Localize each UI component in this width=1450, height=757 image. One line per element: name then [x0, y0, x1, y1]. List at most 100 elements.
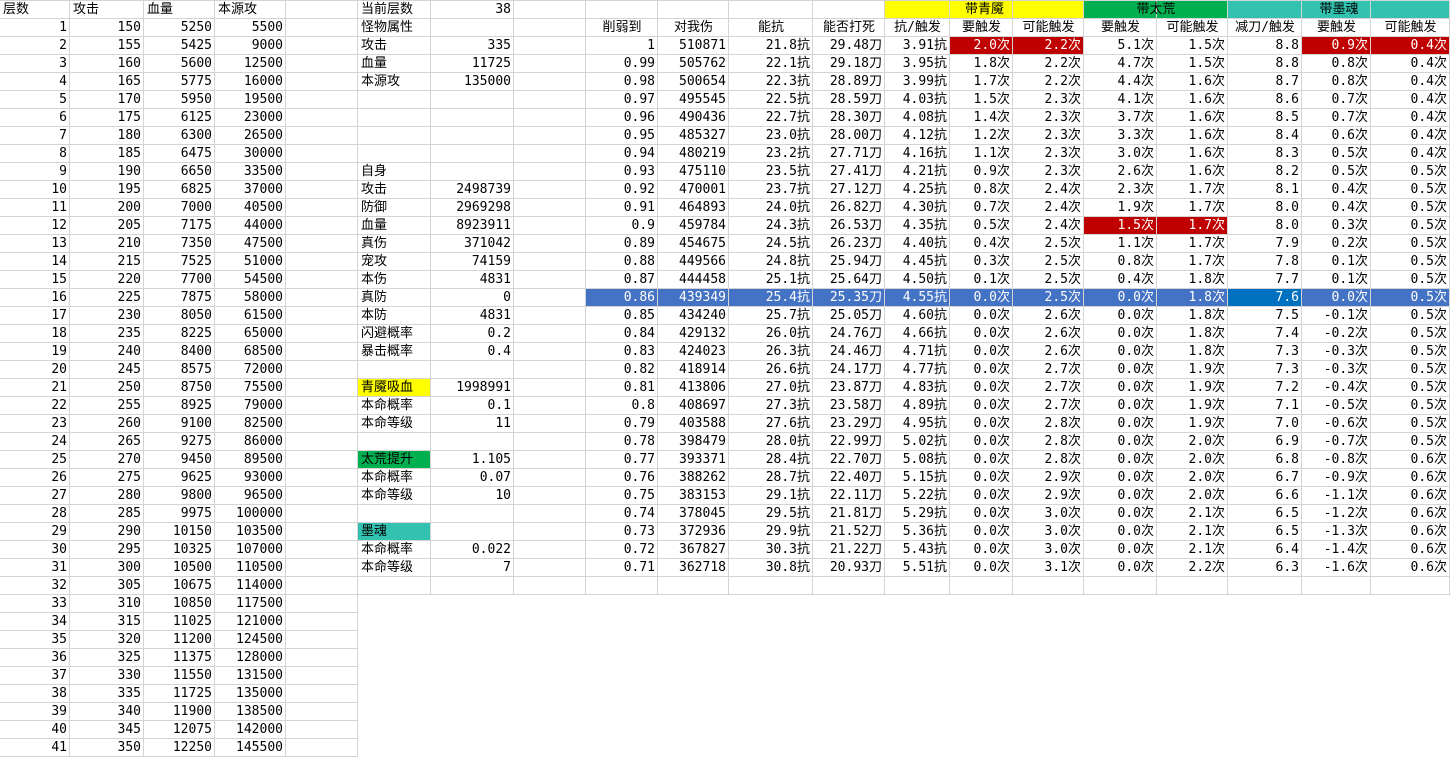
left-table-cell[interactable]: 8750 — [144, 379, 215, 397]
right-table-cell[interactable]: 28.30刀 — [813, 109, 885, 127]
right-table-cell[interactable]: 2.2次 — [1013, 73, 1084, 91]
right-table-cell[interactable]: 0.0次 — [1084, 307, 1157, 325]
right-table-cell[interactable]: 7.5 — [1228, 307, 1302, 325]
right-table-cell[interactable]: 5.36抗 — [885, 523, 950, 541]
left-table-cell[interactable]: 12075 — [144, 721, 215, 739]
right-table-cell[interactable]: 0.8次 — [1302, 55, 1371, 73]
left-table-cell[interactable]: 285 — [70, 505, 144, 523]
left-table-cell[interactable]: 17 — [0, 307, 70, 325]
left-table-cell[interactable]: 100000 — [215, 505, 286, 523]
right-table-cell[interactable]: 0.1次 — [1302, 271, 1371, 289]
left-table-cell[interactable]: 9100 — [144, 415, 215, 433]
left-table-cell[interactable]: 9000 — [215, 37, 286, 55]
left-table-cell[interactable]: 20 — [0, 361, 70, 379]
right-table-cell[interactable]: 0.0次 — [950, 343, 1013, 361]
right-table-cell[interactable]: 1 — [586, 37, 658, 55]
left-table-cell[interactable]: 8 — [0, 145, 70, 163]
right-table-cell[interactable]: 0.5次 — [1371, 235, 1450, 253]
right-table-cell[interactable]: -0.9次 — [1302, 469, 1371, 487]
right-table-cell[interactable]: 4.89抗 — [885, 397, 950, 415]
right-table-cell[interactable]: 3.0次 — [1013, 505, 1084, 523]
right-table-cell[interactable]: 8.4 — [1228, 127, 1302, 145]
right-table-cell[interactable]: 0.5次 — [1371, 325, 1450, 343]
right-table-cell[interactable]: 3.0次 — [1013, 541, 1084, 559]
right-table-cell[interactable]: 0.3次 — [950, 253, 1013, 271]
right-table-cell[interactable]: 2.3次 — [1013, 127, 1084, 145]
left-table-cell[interactable]: 270 — [70, 451, 144, 469]
right-table-cell[interactable]: 0.77 — [586, 451, 658, 469]
right-table-cell[interactable]: 23.2抗 — [729, 145, 813, 163]
right-table-cell[interactable]: 8.8 — [1228, 55, 1302, 73]
left-table-cell[interactable]: 315 — [70, 613, 144, 631]
right-table-cell[interactable]: 0.0次 — [1084, 397, 1157, 415]
right-table-cell[interactable]: -0.6次 — [1302, 415, 1371, 433]
left-table-cell[interactable]: 255 — [70, 397, 144, 415]
left-table-cell[interactable]: 6300 — [144, 127, 215, 145]
right-table-cell[interactable]: 0.75 — [586, 487, 658, 505]
right-table-cell[interactable]: 0.4次 — [1371, 73, 1450, 91]
right-table-cell[interactable]: 1.9次 — [1084, 199, 1157, 217]
right-table-cell[interactable]: 24.0抗 — [729, 199, 813, 217]
right-table-cell[interactable]: 4.77抗 — [885, 361, 950, 379]
right-table-cell[interactable]: 2.0次 — [950, 37, 1013, 55]
right-table-cell[interactable]: 2.3次 — [1013, 91, 1084, 109]
left-table-cell[interactable]: 7525 — [144, 253, 215, 271]
right-table-cell[interactable]: 0.0次 — [950, 487, 1013, 505]
right-table-cell[interactable]: 21.52刀 — [813, 523, 885, 541]
right-table-cell[interactable]: 3.95抗 — [885, 55, 950, 73]
right-table-cell[interactable]: 29.18刀 — [813, 55, 885, 73]
right-table-cell[interactable]: 0.0次 — [950, 379, 1013, 397]
right-table-cell[interactable]: 8.5 — [1228, 109, 1302, 127]
right-table-cell[interactable]: 0.0次 — [1084, 523, 1157, 541]
right-table-cell[interactable]: 7.4 — [1228, 325, 1302, 343]
right-table-cell[interactable]: 2.6次 — [1084, 163, 1157, 181]
left-table-cell[interactable]: 12 — [0, 217, 70, 235]
right-table-cell[interactable]: -0.7次 — [1302, 433, 1371, 451]
right-table-cell[interactable]: 0.8次 — [1084, 253, 1157, 271]
left-table-cell[interactable]: 185 — [70, 145, 144, 163]
right-table-cell[interactable]: 0.0次 — [950, 559, 1013, 577]
right-table-cell[interactable]: 3.7次 — [1084, 109, 1157, 127]
left-table-cell[interactable]: 7700 — [144, 271, 215, 289]
right-table-cell[interactable]: 8.7 — [1228, 73, 1302, 91]
left-table-cell[interactable]: 117500 — [215, 595, 286, 613]
left-table-cell[interactable]: 65000 — [215, 325, 286, 343]
left-table-cell[interactable]: 305 — [70, 577, 144, 595]
right-table-cell[interactable]: 4.03抗 — [885, 91, 950, 109]
right-table-cell[interactable]: 0.99 — [586, 55, 658, 73]
left-table-cell[interactable]: 5250 — [144, 19, 215, 37]
right-table-cell[interactable]: 0.8次 — [1302, 73, 1371, 91]
left-table-cell[interactable]: 280 — [70, 487, 144, 505]
left-table-cell[interactable]: 96500 — [215, 487, 286, 505]
param-value[interactable]: 335 — [431, 37, 514, 55]
left-table-cell[interactable]: 3 — [0, 55, 70, 73]
left-table-cell[interactable]: 295 — [70, 541, 144, 559]
right-table-cell[interactable]: 454675 — [658, 235, 729, 253]
right-table-cell[interactable]: 0.5次 — [1302, 145, 1371, 163]
right-table-cell[interactable]: 26.3抗 — [729, 343, 813, 361]
right-table-cell[interactable]: 3.3次 — [1084, 127, 1157, 145]
right-table-cell[interactable]: 383153 — [658, 487, 729, 505]
right-table-cell[interactable]: 7.7 — [1228, 271, 1302, 289]
left-table-cell[interactable]: 350 — [70, 739, 144, 757]
right-table-cell[interactable]: 4.30抗 — [885, 199, 950, 217]
right-table-cell[interactable]: 444458 — [658, 271, 729, 289]
left-table-cell[interactable]: 25 — [0, 451, 70, 469]
right-table-cell[interactable]: 413806 — [658, 379, 729, 397]
param-value[interactable]: 2498739 — [431, 181, 514, 199]
right-table-cell[interactable]: 4.45抗 — [885, 253, 950, 271]
right-table-cell[interactable]: 2.3次 — [1084, 181, 1157, 199]
right-table-cell[interactable]: 8.0 — [1228, 217, 1302, 235]
right-table-cell[interactable]: 28.59刀 — [813, 91, 885, 109]
right-table-cell[interactable]: 23.0抗 — [729, 127, 813, 145]
left-table-cell[interactable]: 8225 — [144, 325, 215, 343]
left-table-cell[interactable]: 7350 — [144, 235, 215, 253]
left-table-cell[interactable]: 210 — [70, 235, 144, 253]
right-table-cell[interactable]: 6.5 — [1228, 505, 1302, 523]
left-table-cell[interactable]: 114000 — [215, 577, 286, 595]
right-table-cell[interactable]: 1.1次 — [950, 145, 1013, 163]
left-table-cell[interactable]: 335 — [70, 685, 144, 703]
right-table-cell[interactable]: 3.91抗 — [885, 37, 950, 55]
right-table-cell[interactable]: 25.64刀 — [813, 271, 885, 289]
right-table-cell[interactable]: 403588 — [658, 415, 729, 433]
